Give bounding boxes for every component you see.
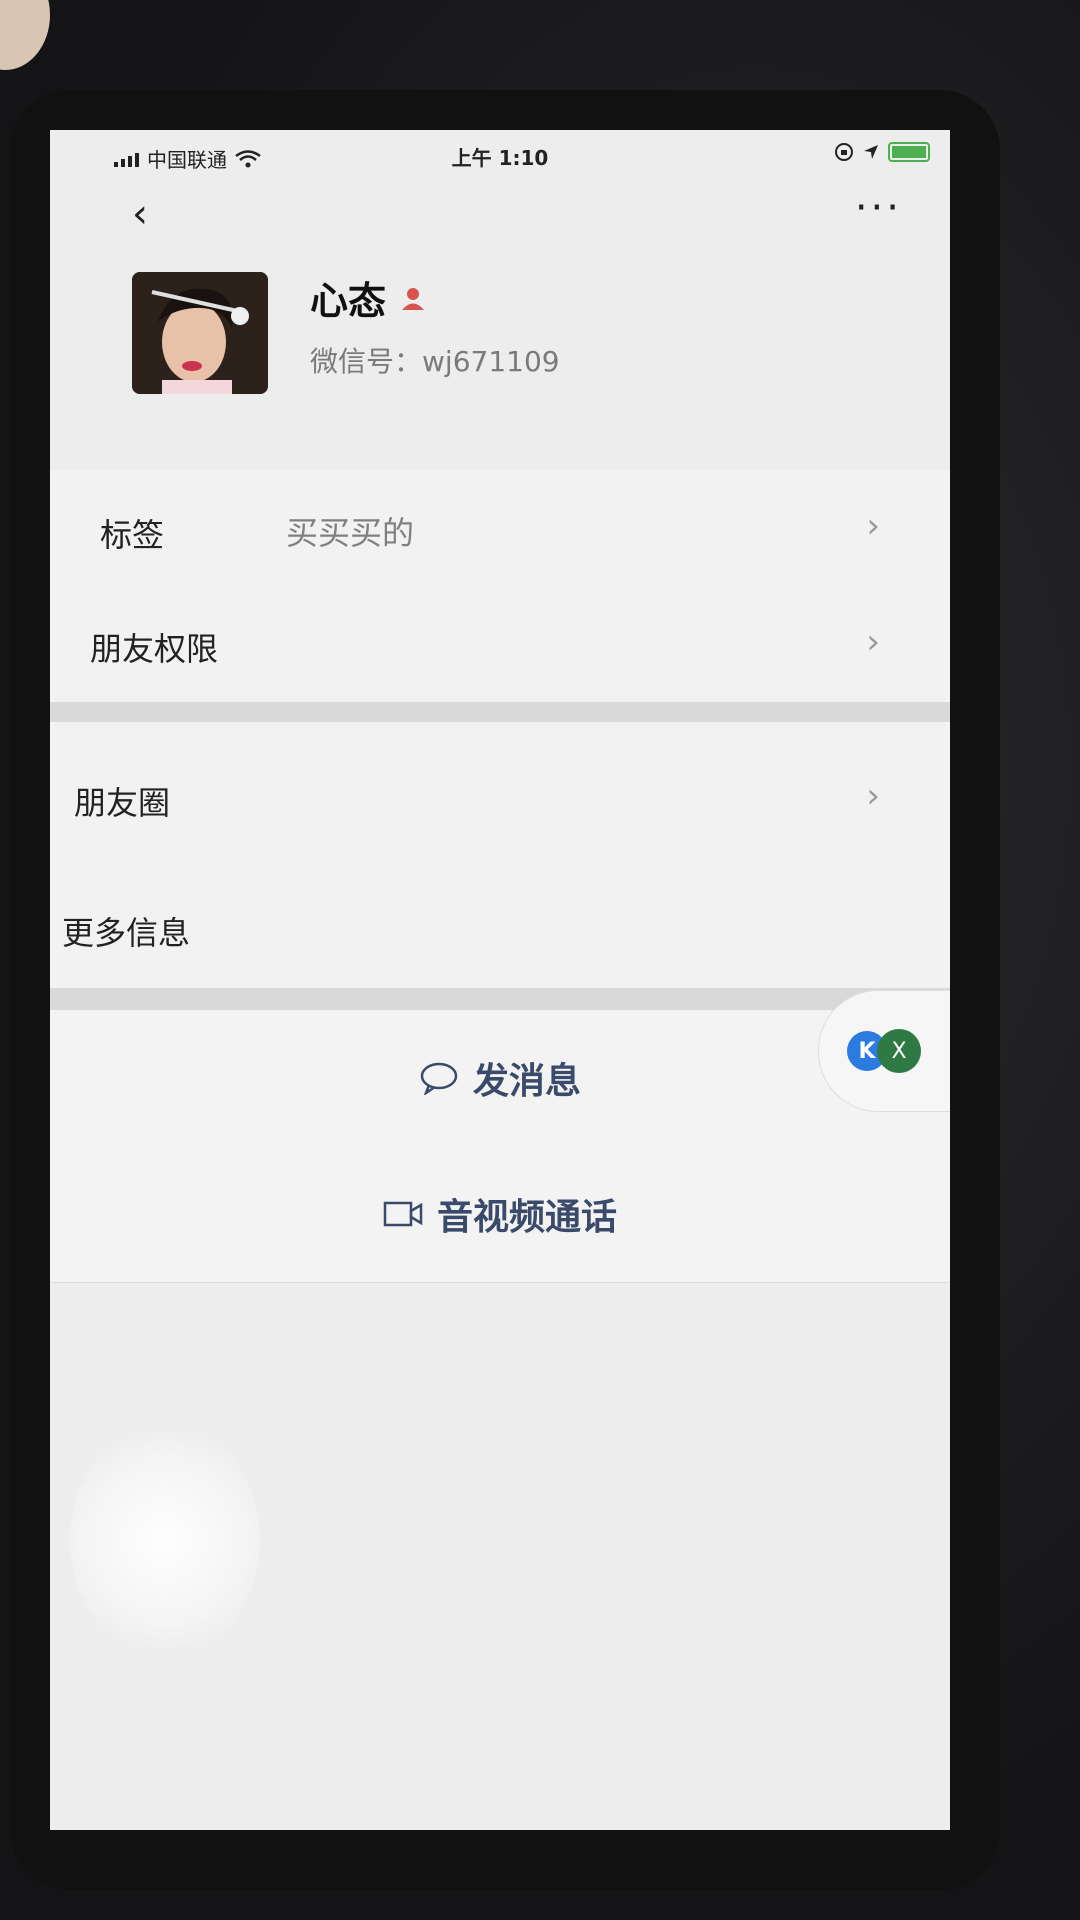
phone-frame: 中国联通 上午 1:10 ‹ ··· 心态 微信号：wj671109 标签 买买… (10, 90, 1000, 1890)
profile-header: 心态 微信号：wj671109 (50, 250, 950, 450)
wechat-id-value: wj671109 (422, 345, 560, 378)
row-tags[interactable]: 标签 买买买的 › (50, 470, 950, 587)
row-more-info-label: 更多信息 (62, 914, 191, 952)
video-call-label: 音视频通话 (436, 1197, 617, 1238)
person-icon (402, 287, 425, 310)
location-icon (864, 145, 878, 159)
floating-widget[interactable]: K X (818, 990, 950, 1112)
send-message-inner: 发消息 (419, 1052, 581, 1104)
chevron-right-icon: › (866, 506, 880, 546)
status-right (834, 142, 930, 162)
video-call-button[interactable]: 音视频通话 (50, 1146, 950, 1283)
name-row: 心态 (310, 270, 426, 325)
status-time: 上午 1:10 (451, 146, 549, 170)
back-icon[interactable]: ‹ (132, 194, 148, 234)
row-moments[interactable]: 朋友圈 › (50, 722, 950, 869)
lock-rotation-icon (835, 143, 853, 161)
chevron-right-icon: › (866, 776, 880, 816)
nav-bar: ‹ ··· (50, 180, 950, 250)
row-tags-label: 标签 (100, 516, 165, 554)
wechat-id: 微信号：wj671109 (310, 340, 560, 380)
send-message-button[interactable]: 发消息 (50, 1010, 950, 1147)
section-divider (50, 988, 950, 1010)
row-moments-label: 朋友圈 (74, 784, 171, 822)
row-friend-permissions[interactable]: 朋友权限 › (50, 586, 950, 703)
profile-name: 心态 (310, 279, 387, 323)
section-divider (50, 702, 950, 722)
floating-close-icon[interactable]: X (877, 1029, 921, 1073)
wechat-id-label: 微信号： (310, 345, 423, 378)
video-call-inner: 音视频通话 (383, 1188, 617, 1240)
avatar[interactable] (132, 272, 268, 394)
row-more-info[interactable]: 更多信息 (50, 868, 950, 989)
row-friend-permissions-label: 朋友权限 (90, 630, 219, 668)
photo-scene: 中国联通 上午 1:10 ‹ ··· 心态 微信号：wj671109 标签 买买… (0, 0, 1080, 1920)
chat-bubble-icon (420, 1062, 458, 1095)
video-camera-icon (383, 1201, 423, 1227)
phone-screen: 中国联通 上午 1:10 ‹ ··· 心态 微信号：wj671109 标签 买买… (50, 130, 950, 1830)
screen-glare (70, 1420, 260, 1660)
row-tags-value: 买买买的 (286, 514, 415, 552)
finger (0, 0, 50, 70)
battery-icon (888, 142, 930, 162)
send-message-label: 发消息 (472, 1061, 581, 1102)
status-bar: 中国联通 上午 1:10 (50, 130, 950, 180)
more-icon[interactable]: ··· (855, 188, 902, 228)
chevron-right-icon: › (866, 622, 880, 662)
